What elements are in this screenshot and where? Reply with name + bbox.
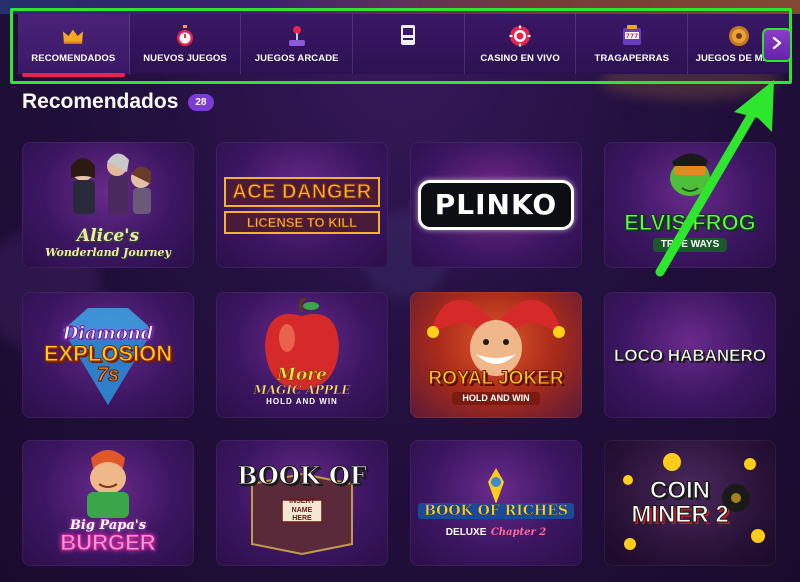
game-card-diamond-explosion[interactable]: Diamond EXPLOSION 7s <box>22 292 194 418</box>
joystick-icon <box>286 25 308 47</box>
game-title: ELVIS FROG <box>624 210 757 235</box>
arcade-machine-icon <box>397 24 419 46</box>
section-title: Recomendados <box>22 90 179 113</box>
game-card-loco-habanero[interactable]: LOCO HABANERO <box>604 292 776 418</box>
game-subtitle: DELUXE <box>445 527 487 538</box>
game-subtitle: BURGER <box>60 530 156 555</box>
game-subtitle: EXPLOSION <box>43 341 173 366</box>
game-title: PLINKO <box>417 180 575 230</box>
game-subtitle: LICENSE TO KILL <box>224 210 380 234</box>
game-title: COIN <box>649 477 710 504</box>
stopwatch-icon <box>174 24 196 47</box>
game-card-ace-danger[interactable]: ACE DANGER LICENSE TO KILL <box>216 142 388 268</box>
tab-casino-en-vivo[interactable]: CASINO EN VIVO <box>465 14 577 74</box>
game-subtitle: HOLD AND WIN <box>452 392 540 405</box>
game-card-elvis-frog[interactable]: ELVIS FROG TRUE WAYS <box>604 142 776 268</box>
game-card-royal-joker[interactable]: ROYAL JOKER HOLD AND WIN <box>410 292 582 418</box>
crown-icon <box>62 25 84 47</box>
game-card-plinko[interactable]: PLINKO <box>410 142 582 268</box>
game-title: More <box>277 365 328 385</box>
slot-machine-icon: 777 <box>621 24 643 47</box>
tab-nuevos-juegos[interactable]: NUEVOS JUEGOS <box>130 14 242 74</box>
game-card-big-papas-burger[interactable]: Big Papa's BURGER <box>22 440 194 566</box>
poker-chip-icon <box>509 25 531 47</box>
game-subtitle: Wonderland Journey <box>45 246 171 259</box>
chevron-right-icon <box>772 36 782 54</box>
nav-next-button[interactable] <box>762 28 792 62</box>
category-nav: RECOMENDADOS NUEVOS JUEGOS JUEGOS ARCADE… <box>18 14 790 77</box>
game-subtitle: INSERT NAME HERE <box>289 498 315 523</box>
tab-label: TRAGAPERRAS <box>594 52 670 64</box>
game-tagline: Chapter 2 <box>490 527 547 538</box>
game-card-more-magic-apple[interactable]: More MAGIC APPLE HOLD AND WIN <box>216 292 388 418</box>
tab-recomendados[interactable]: RECOMENDADOS <box>18 14 130 77</box>
game-tagline: 7s <box>96 364 120 386</box>
tab-label: CASINO EN VIVO <box>480 52 560 64</box>
game-title: ROYAL JOKER <box>428 368 564 389</box>
svg-text:777: 777 <box>625 33 638 40</box>
tab-tragaperras[interactable]: 777 TRAGAPERRAS <box>576 14 689 74</box>
roulette-icon <box>728 25 750 47</box>
game-card-book-of-insert-name[interactable]: BOOK OF INSERT NAME HERE <box>216 440 388 566</box>
section-header: Recomendados 28 <box>22 90 214 114</box>
game-tagline: HOLD AND WIN <box>266 397 338 406</box>
game-card-coin-miner-2[interactable]: COIN MINER 2 <box>604 440 776 566</box>
game-subtitle: TRUE WAYS <box>652 238 728 252</box>
game-title: BOOK OF <box>237 461 368 491</box>
game-title: ACE DANGER <box>224 176 380 207</box>
game-title: BOOK OF RICHES <box>418 503 574 519</box>
game-title: Alice's <box>76 226 140 246</box>
count-badge: 28 <box>188 93 214 111</box>
game-subtitle: MINER 2 <box>631 501 729 528</box>
tab-label: NUEVOS JUEGOS <box>143 52 227 64</box>
game-card-alices-wonderland[interactable]: Alice's Wonderland Journey <box>22 142 194 268</box>
tab-arcade-machine[interactable] <box>353 14 465 74</box>
tab-juegos-arcade[interactable]: JUEGOS ARCADE <box>241 14 354 74</box>
tab-label: RECOMENDADOS <box>31 52 116 64</box>
game-card-book-of-riches[interactable]: BOOK OF RICHES DELUXE Chapter 2 <box>410 440 582 566</box>
tab-label: JUEGOS ARCADE <box>254 52 339 64</box>
game-subtitle: MAGIC APPLE <box>253 383 351 397</box>
game-title: LOCO HABANERO <box>613 345 767 365</box>
